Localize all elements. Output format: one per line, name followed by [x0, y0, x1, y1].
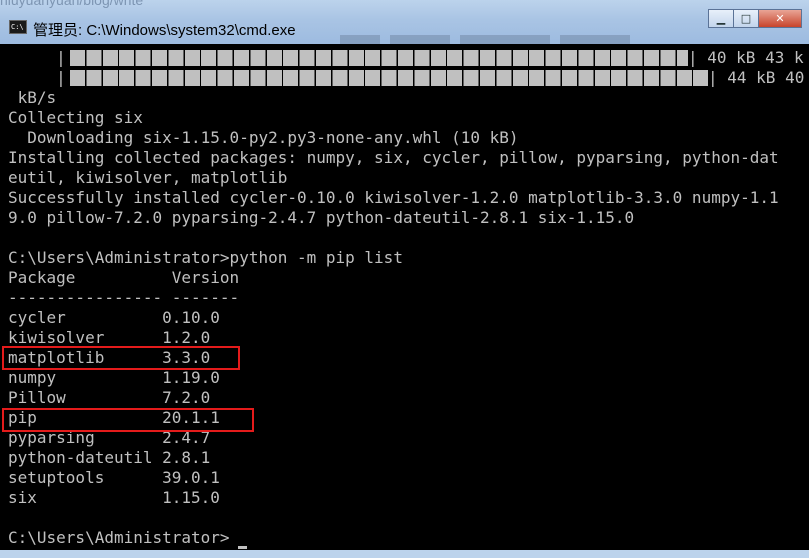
text-cursor: [238, 546, 247, 549]
window-bottom-border: [0, 550, 809, 558]
package-row: numpy 1.19.0: [8, 368, 220, 387]
close-button[interactable]: ✕: [758, 9, 802, 28]
progress-prefix-1: |: [8, 48, 66, 67]
window-title-bar[interactable]: niuyuanyuan/blog/write C:\ 管理员: C:\Windo…: [0, 0, 809, 45]
maximize-button[interactable]: □: [733, 9, 759, 28]
window-controls: ▁ □ ✕: [708, 9, 802, 28]
command-line: C:\Users\Administrator>python -m pip lis…: [8, 248, 403, 267]
package-row: kiwisolver 1.2.0: [8, 328, 211, 347]
console-line: Collecting six: [8, 108, 143, 127]
package-row: setuptools 39.0.1: [8, 468, 220, 487]
console-line: Successfully installed cycler-0.10.0 kiw…: [8, 188, 779, 207]
progress-bar-1: [70, 50, 688, 66]
highlight-box-pip: [2, 408, 254, 432]
progress-suffix-1: | 40 kB 43 k: [688, 48, 804, 67]
table-header: Package Version: [8, 268, 240, 287]
console-output[interactable]: | | 40 kB 43 k | | 44 kB 40 kB/s Collect…: [0, 44, 809, 550]
console-line: Downloading six-1.15.0-py2.py3-none-any.…: [8, 128, 519, 147]
console-line: Installing collected packages: numpy, si…: [8, 148, 779, 167]
progress-prefix-2: |: [8, 68, 66, 87]
minimize-button[interactable]: ▁: [708, 9, 734, 28]
console-line: kB/s: [8, 88, 57, 107]
package-row: python-dateutil 2.8.1: [8, 448, 211, 467]
console-line: eutil, kiwisolver, matplotlib: [8, 168, 288, 187]
window-title: 管理员: C:\Windows\system32\cmd.exe: [33, 22, 296, 39]
highlight-box-matplotlib: [2, 346, 240, 370]
background-browser-url: niuyuanyuan/blog/write: [0, 0, 144, 8]
package-row: six 1.15.0: [8, 488, 220, 507]
table-divider: ---------------- -------: [8, 288, 240, 307]
console-line: 9.0 pillow-7.2.0 pyparsing-2.4.7 python-…: [8, 208, 635, 227]
package-row: cycler 0.10.0: [8, 308, 220, 327]
progress-suffix-2: | 44 kB 40: [708, 68, 805, 87]
background-taskbar-ghost: [340, 30, 700, 45]
progress-bar-2: [70, 70, 708, 86]
cmd-app-icon[interactable]: C:\: [9, 20, 27, 34]
command-prompt[interactable]: C:\Users\Administrator>: [8, 528, 230, 548]
package-row: Pillow 7.2.0: [8, 388, 211, 407]
